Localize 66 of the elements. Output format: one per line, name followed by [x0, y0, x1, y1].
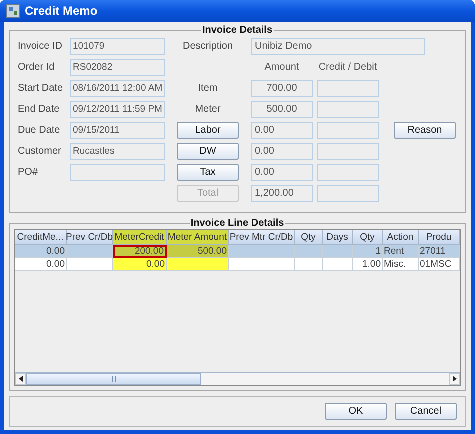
field-label: PO# — [18, 167, 40, 178]
column-header[interactable]: Qty — [353, 230, 383, 245]
credit-debit-field[interactable] — [317, 143, 379, 160]
charge-button[interactable]: DW — [177, 143, 239, 160]
column-header[interactable]: Prev Cr/Db — [67, 230, 113, 245]
table-cell: 200.00 — [113, 245, 167, 258]
column-header[interactable]: Meter Amount — [167, 230, 229, 245]
credit-debit-field[interactable] — [317, 185, 379, 202]
text-field[interactable]: 09/15/2011 — [70, 122, 165, 139]
panel-title: Invoice Line Details — [190, 218, 286, 229]
column-header[interactable]: MeterCredit — [113, 230, 167, 245]
table-cell: 01MSC — [419, 258, 460, 271]
text-field[interactable]: 09/12/2011 11:59 PM — [70, 101, 165, 118]
field-label: End Date — [18, 104, 61, 115]
text-field[interactable]: RS02082 — [70, 59, 165, 76]
table-cell: 1.00 — [353, 258, 383, 271]
table-cell: 0.00 — [15, 245, 67, 258]
column-header: Credit / Debit — [318, 62, 378, 73]
amount-field[interactable]: 0.00 — [251, 164, 313, 181]
window-title: Credit Memo — [25, 4, 98, 18]
amount-field[interactable]: 0.00 — [251, 143, 313, 160]
reason-button[interactable]: Reason — [394, 122, 456, 139]
scroll-thumb[interactable] — [26, 373, 201, 385]
table-cell: 1 — [353, 245, 383, 258]
scroll-right-icon[interactable] — [449, 373, 460, 385]
text-field[interactable]: 08/16/2011 12:00 AM — [70, 80, 165, 97]
dialog-button[interactable]: Cancel — [395, 403, 457, 420]
credit-debit-field[interactable] — [317, 122, 379, 139]
text-field[interactable] — [70, 164, 165, 181]
column-header[interactable]: CreditMe... — [15, 230, 67, 245]
column-header: Amount — [264, 62, 300, 73]
dialog-button[interactable]: OK — [325, 403, 387, 420]
amount-field[interactable]: 500.00 — [251, 101, 313, 118]
field-label: Invoice ID — [18, 41, 64, 52]
text-field[interactable]: Rucastles — [70, 143, 165, 160]
amount-field[interactable]: 700.00 — [251, 80, 313, 97]
charge-label: Meter — [194, 104, 222, 115]
description-field[interactable]: Unibiz Demo — [251, 38, 425, 55]
column-header[interactable]: Produ — [419, 230, 460, 245]
panel-title: Invoice Details — [201, 25, 274, 36]
scroll-left-icon[interactable] — [15, 373, 26, 385]
credit-debit-field[interactable] — [317, 80, 379, 97]
charge-button[interactable]: Labor — [177, 122, 239, 139]
field-label: Start Date — [18, 83, 64, 94]
table-cell: 27011 — [419, 245, 460, 258]
table-cell: 500.00 — [167, 245, 229, 258]
column-header[interactable]: Qty — [295, 230, 323, 245]
credit-debit-field[interactable] — [317, 164, 379, 181]
charge-button[interactable]: Tax — [177, 164, 239, 181]
column-header[interactable]: Prev Mtr Cr/Db — [229, 230, 295, 245]
table-cell: 0.00 — [113, 258, 167, 271]
amount-field[interactable]: 0.00 — [251, 122, 313, 139]
field-label: Due Date — [18, 125, 62, 136]
text-field[interactable]: 101079 — [70, 38, 165, 55]
table-cell: Misc. — [383, 258, 419, 271]
table-cell: 0.00 — [15, 258, 67, 271]
field-label: Customer — [18, 146, 62, 157]
column-header[interactable]: Action — [383, 230, 419, 245]
credit-debit-field[interactable] — [317, 101, 379, 118]
table-cell: Rent — [383, 245, 419, 258]
charge-label: Item — [197, 83, 219, 94]
horizontal-scrollbar[interactable] — [15, 372, 460, 385]
field-label: Order Id — [18, 62, 56, 73]
field-label: Description — [182, 41, 234, 52]
app-icon — [6, 4, 20, 18]
column-header[interactable]: Days — [323, 230, 353, 245]
